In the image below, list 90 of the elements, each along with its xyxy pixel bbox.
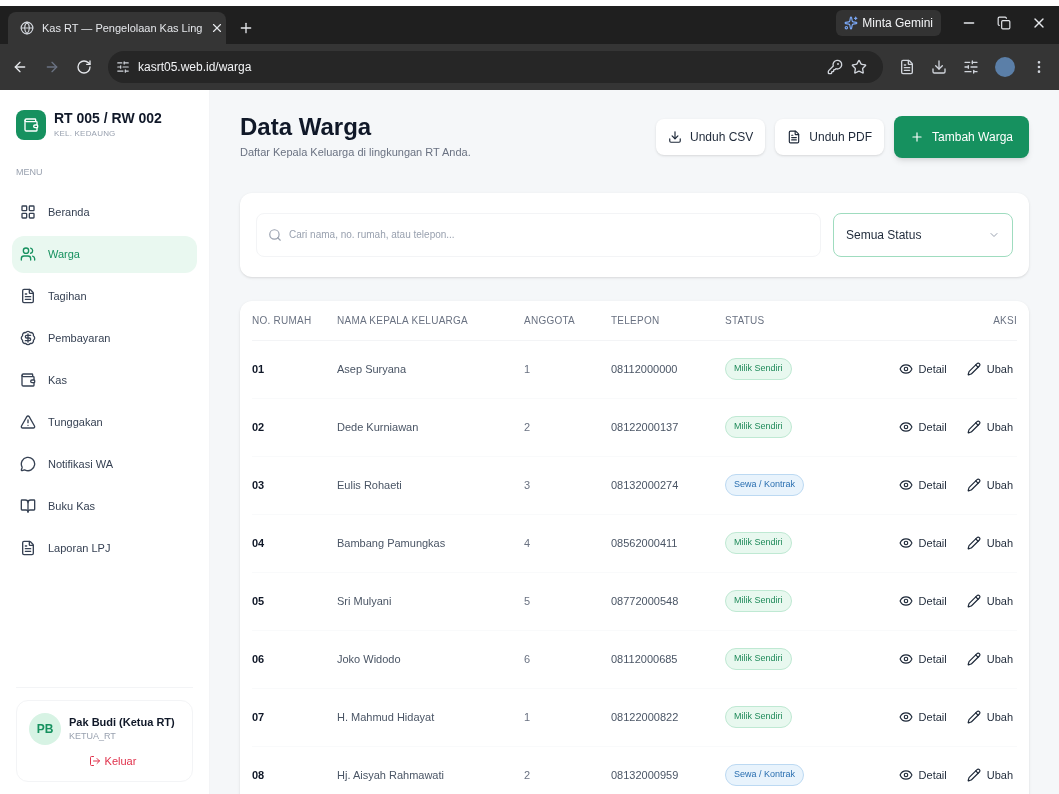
table-cell-text: 08772000548 xyxy=(611,593,680,609)
assistant-button[interactable]: Minta Gemini xyxy=(836,10,941,36)
address-bar[interactable]: kasrt05.web.id/warga xyxy=(108,51,883,83)
detail-button[interactable]: Detail xyxy=(898,592,947,610)
column-header: ANGGOTA xyxy=(524,313,576,328)
nav-item[interactable]: Kas xyxy=(12,361,197,399)
table-cell-text: 08 xyxy=(252,767,266,783)
nav-item[interactable]: Notifikasi WA xyxy=(12,445,197,483)
org-name: RT 005 / RW 002 xyxy=(54,110,162,128)
table-cell-text: 4 xyxy=(524,535,532,551)
status-badge: Sewa / Kontrak xyxy=(725,764,805,786)
nav-item[interactable]: Tagihan xyxy=(12,277,197,315)
logout-button[interactable]: Keluar xyxy=(88,752,137,769)
detail-button[interactable]: Detail xyxy=(898,476,947,494)
table-cell-text: 02 xyxy=(252,419,266,435)
nav-item[interactable]: Tunggakan xyxy=(12,403,197,441)
page-subtitle: Daftar Kepala Keluarga di lingkungan RT Anda. xyxy=(240,145,471,160)
download-button[interactable]: Unduh CSV xyxy=(656,119,766,155)
status-badge: Milik Sendiri xyxy=(725,590,792,612)
edit-button[interactable]: Ubah xyxy=(966,534,1013,552)
tab-title: Kas RT — Pengelolaan Kas Ling xyxy=(42,20,203,36)
table-cell-text: Eulis Rohaeti xyxy=(337,477,403,493)
nav-item[interactable]: Warga xyxy=(12,235,197,273)
column-header: NO. RUMAH xyxy=(252,313,313,328)
table-cell-text: 08122000822 xyxy=(611,709,680,725)
user-name: Pak Budi (Ketua RT) xyxy=(69,714,175,730)
status-badge: Sewa / Kontrak xyxy=(725,474,805,496)
avatar: PB xyxy=(29,712,61,745)
status-badge: Milik Sendiri xyxy=(725,358,792,380)
table-cell-text: 08132000959 xyxy=(611,767,680,783)
status-badge: Milik Sendiri xyxy=(725,532,792,554)
table-cell-text: 6 xyxy=(524,651,532,667)
detail-button[interactable]: Detail xyxy=(898,708,947,726)
table-cell-text: 05 xyxy=(252,593,266,609)
detail-button[interactable]: Detail xyxy=(898,766,947,784)
table-cell-text: 04 xyxy=(252,535,266,551)
table-cell-text: 06 xyxy=(252,651,266,667)
status-badge: Milik Sendiri xyxy=(725,706,792,728)
table-cell-text: 2 xyxy=(524,767,532,783)
edit-button[interactable]: Ubah xyxy=(966,418,1013,436)
user-role: KETUA_RT xyxy=(69,730,117,743)
download-button[interactable]: Unduh PDF xyxy=(775,119,885,155)
detail-button[interactable]: Detail xyxy=(898,650,947,668)
table-cell-text: 03 xyxy=(252,477,266,493)
detail-button[interactable]: Detail xyxy=(898,360,947,378)
detail-button[interactable]: Detail xyxy=(898,534,947,552)
edit-button[interactable]: Ubah xyxy=(966,650,1013,668)
page-title: Data Warga xyxy=(240,112,373,142)
table-cell-text: Bambang Pamungkas xyxy=(337,535,447,551)
detail-button[interactable]: Detail xyxy=(898,418,947,436)
url-text: kasrt05.web.id/warga xyxy=(138,59,252,76)
table-cell-text: 08132000274 xyxy=(611,477,680,493)
column-header: AKSI xyxy=(993,313,1017,328)
column-header: STATUS xyxy=(725,313,766,328)
table-cell-text: Hj. Aisyah Rahmawati xyxy=(337,767,445,783)
table-cell-text: 2 xyxy=(524,419,532,435)
edit-button[interactable]: Ubah xyxy=(966,476,1013,494)
search-field[interactable]: Cari nama, no. rumah, atau telepon... xyxy=(256,212,821,257)
table-cell-text: 08112000000 xyxy=(611,361,679,377)
table-cell-text: 3 xyxy=(524,477,532,493)
edit-button[interactable]: Ubah xyxy=(966,766,1013,784)
table-cell-text: Dede Kurniawan xyxy=(337,419,420,435)
table-cell-text: 08112000685 xyxy=(611,651,679,667)
add-button[interactable]: Tambah Warga xyxy=(894,116,1029,158)
menu-heading: MENU xyxy=(16,166,44,179)
table-cell-text: 08122000137 xyxy=(611,419,680,435)
table-cell-text: Sri Mulyani xyxy=(337,593,393,609)
edit-button[interactable]: Ubah xyxy=(966,592,1013,610)
status-badge: Milik Sendiri xyxy=(725,648,792,670)
table-cell-text: 07 xyxy=(252,709,266,725)
table-cell-text: 1 xyxy=(524,361,532,377)
org-subtitle: KEL. KEDAUNG xyxy=(54,127,117,140)
table-cell-text: 1 xyxy=(524,709,532,725)
table-cell-text: 08562000411 xyxy=(611,535,679,551)
nav-item[interactable]: Buku Kas xyxy=(12,487,197,525)
column-header: TELEPON xyxy=(611,313,661,328)
table-cell-text: Joko Widodo xyxy=(337,651,402,667)
table-cell-text: H. Mahmud Hidayat xyxy=(337,709,436,725)
edit-button[interactable]: Ubah xyxy=(966,708,1013,726)
nav-item[interactable]: Laporan LPJ xyxy=(12,529,197,567)
browser-tab[interactable]: Kas RT — Pengelolaan Kas Ling xyxy=(8,12,226,44)
nav-item[interactable]: Pembayaran xyxy=(12,319,197,357)
table-cell-text: Asep Suryana xyxy=(337,361,408,377)
column-header: NAMA KEPALA KELUARGA xyxy=(337,313,469,328)
table-cell-text: 01 xyxy=(252,361,266,377)
edit-button[interactable]: Ubah xyxy=(966,360,1013,378)
status-dropdown[interactable]: Semua Status xyxy=(833,212,1013,257)
nav-item[interactable]: Beranda xyxy=(12,193,197,231)
status-badge: Milik Sendiri xyxy=(725,416,792,438)
table-cell-text: 5 xyxy=(524,593,532,609)
